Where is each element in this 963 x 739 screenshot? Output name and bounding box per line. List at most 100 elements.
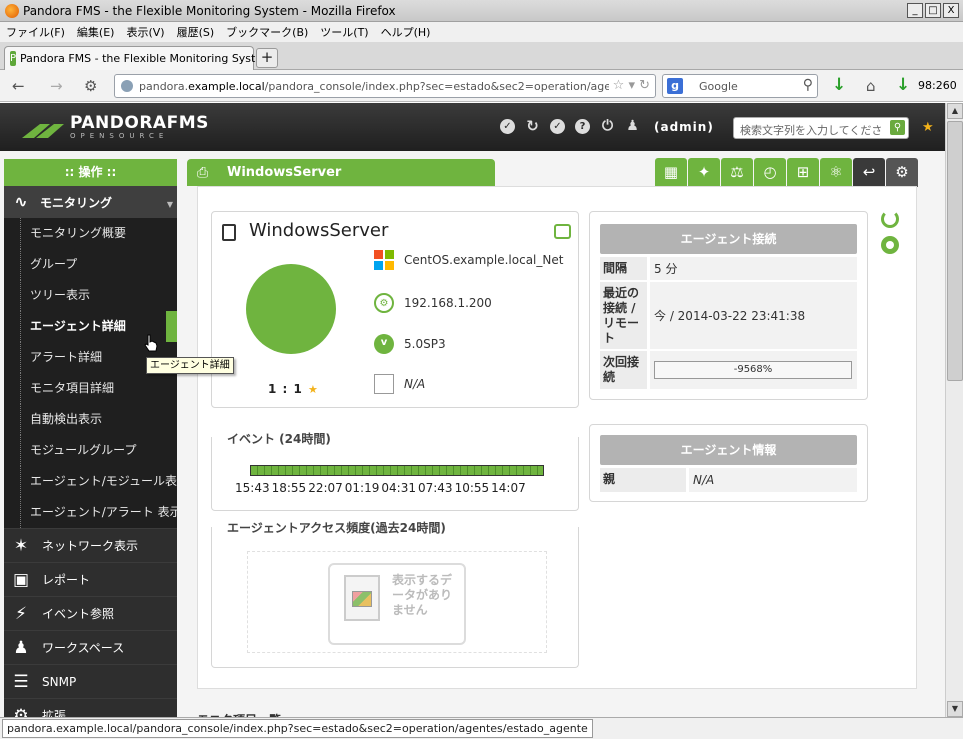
sidebar-section-1[interactable]: ▣ レポート (4, 562, 177, 596)
bookmark-star-icon[interactable]: ☆ ▾ ↻ (613, 78, 650, 93)
home-icon[interactable]: ⌂ (866, 77, 876, 95)
event-tick-label: 15:43 (235, 481, 270, 495)
manage-agent-icon[interactable]: ▦ (655, 158, 687, 187)
agent-info-title: エージェント情報 (600, 435, 857, 465)
table-row: 最近の接続 / リモート 今 / 2014-03-22 23:41:38 (600, 282, 857, 349)
document-icon (344, 575, 380, 621)
network-icon: ✶ (13, 535, 29, 556)
user-name[interactable]: (admin) (654, 120, 714, 134)
sidebar-section-label: 拡張 (42, 709, 67, 717)
chart-image-icon (352, 591, 372, 607)
browser-tab-title: Pandora FMS - the Flexible Monitoring Sy… (20, 52, 273, 65)
settings-gear-icon[interactable]: ⚙ (886, 158, 918, 187)
refresh-icon[interactable]: ↻ (525, 119, 540, 134)
back-arrow-icon[interactable]: ← (12, 77, 25, 95)
search-icon[interactable]: ⚲ (890, 120, 905, 135)
download-status-icon[interactable]: ↓ (896, 75, 910, 95)
sidebar-item-monitoring-9[interactable]: エージェント/アラート 表示 (4, 497, 177, 528)
sidebar-item-monitoring-7[interactable]: モジュールグループ (4, 435, 177, 466)
page-title: WindowsServer (227, 165, 342, 180)
menu-view[interactable]: 表示(V) (126, 24, 164, 40)
menu-history[interactable]: 履歴(S) (177, 24, 215, 40)
url-bar[interactable]: pandora.example.local/pandora_console/in… (114, 74, 656, 98)
check-server-icon[interactable]: ✓ (550, 119, 565, 134)
no-data-message: 表示するデータがありません (392, 573, 453, 617)
magnifier-icon[interactable]: ⚲ (803, 77, 813, 93)
new-tab-button[interactable]: + (256, 48, 278, 68)
sidebar-item-monitoring-8[interactable]: エージェント/モジュール表示 (4, 466, 177, 497)
pandora-logo[interactable]: PANDORAFMS OPENSOURCE (20, 115, 209, 140)
events-timeline: 15:43 18:55 22:07 01:19 04:31 07:43 10:55 14:07 (235, 481, 526, 495)
hand-cursor-icon (144, 334, 158, 352)
graph-icon[interactable]: ◴ (754, 158, 786, 187)
power-icon[interactable]: ⏻ (600, 119, 615, 134)
minimize-button[interactable]: _ (907, 3, 923, 18)
page-scrollbar[interactable]: ▲ ▼ (945, 103, 963, 717)
agent-ip: 192.168.1.200 (404, 296, 492, 310)
sidebar-section-monitoring[interactable]: ∿ モニタリング ▼ (4, 186, 177, 218)
check-status-icon[interactable]: ✓ (500, 119, 515, 134)
alerts-icon[interactable]: ⚖ (721, 158, 753, 187)
agent-ip-row: ⚙ 192.168.1.200 (374, 293, 492, 313)
refresh-agent-icon[interactable] (881, 210, 899, 228)
menu-edit[interactable]: 編集(E) (77, 24, 115, 40)
scroll-up-icon[interactable]: ▲ (947, 103, 963, 119)
sidebar-item-monitoring-0[interactable]: モニタリング概要 (4, 218, 177, 249)
interval-label: 間隔 (600, 257, 647, 280)
sidebar-section-4[interactable]: ☰ SNMP (4, 664, 177, 698)
sidebar-section-5[interactable]: ⚙ 拡張 (4, 698, 177, 717)
sidebar-section-label: モニタリング (40, 195, 113, 210)
menu-tools[interactable]: ツール(T) (320, 24, 368, 40)
force-check-icon[interactable] (881, 236, 899, 254)
maximize-button[interactable]: □ (925, 3, 941, 18)
wifi-modules-icon[interactable]: ✦ (688, 158, 720, 187)
header-search-input[interactable]: 検索文字列を入力してくださ ⚲ (733, 117, 909, 139)
agent-link-icon: ⎙ (197, 164, 209, 181)
description-list-icon (374, 374, 394, 394)
events-card: 15:43 18:55 22:07 01:19 04:31 07:43 10:55 14:07 (211, 437, 579, 511)
sidebar-section-0[interactable]: ✶ ネットワーク表示 (4, 528, 177, 562)
user-icon: ♟ (13, 637, 29, 658)
identity-icon[interactable]: ⚙ (84, 77, 97, 95)
menu-file[interactable]: ファイル(F) (6, 24, 65, 40)
logo-sub-text: OPENSOURCE (70, 132, 169, 140)
download-arrow-icon[interactable]: ↓ (832, 75, 846, 95)
main-view-icon[interactable]: ↩ (853, 158, 885, 187)
agent-version-row: v 5.0SP3 (374, 334, 446, 354)
sidebar-item-monitoring-5[interactable]: モニタ項目詳細 (4, 373, 177, 404)
agent-access-icon[interactable] (554, 224, 571, 239)
forward-arrow-icon[interactable]: → (50, 77, 63, 95)
user-icon[interactable]: ♟ (625, 119, 640, 134)
agent-connection-title: エージェント接続 (600, 224, 857, 254)
bell-icon[interactable]: ⚛ (820, 158, 852, 187)
version-icon: v (374, 334, 394, 354)
scroll-thumb[interactable] (947, 121, 963, 381)
browser-tab[interactable]: P Pandora FMS - the Flexible Monitoring … (4, 46, 273, 70)
sidebar: :: 操作 :: ∿ モニタリング ▼ モニタリング概要 グループ ツリー表示 エージ… (4, 159, 177, 717)
close-button[interactable]: X (943, 3, 959, 18)
tooltip: エージェント詳細 (146, 357, 234, 374)
events-graph-bar[interactable] (250, 465, 544, 476)
sidebar-section-3[interactable]: ♟ ワークスペース (4, 630, 177, 664)
menu-help[interactable]: ヘルプ(H) (381, 24, 431, 40)
windows-logo-icon (374, 250, 394, 270)
menu-bookmarks[interactable]: ブックマーク(B) (226, 24, 308, 40)
web-search-bar[interactable]: g Google ⚲ (662, 74, 818, 98)
sidebar-item-monitoring-6[interactable]: 自動検出表示 (4, 404, 177, 435)
table-row: 親 N/A (600, 468, 857, 492)
scroll-down-icon[interactable]: ▼ (947, 701, 963, 717)
help-icon[interactable]: ? (575, 119, 590, 134)
sidebar-item-monitoring-2[interactable]: ツリー表示 (4, 280, 177, 311)
agent-action-bar: ▦ ✦ ⚖ ◴ ⊞ ⚛ ↩ ⚙ (655, 158, 918, 187)
sidebar-section-label: ネットワーク表示 (42, 539, 139, 553)
add-icon[interactable]: ⊞ (787, 158, 819, 187)
agent-description: N/A (404, 377, 426, 391)
extensions-icon: ⚙ (13, 705, 29, 718)
sidebar-section-2[interactable]: ⚡ イベント参照 (4, 596, 177, 630)
favorite-star-icon[interactable]: ★ (922, 120, 934, 135)
sidebar-item-monitoring-1[interactable]: グループ (4, 249, 177, 280)
agent-description-row: N/A (374, 374, 425, 394)
event-tick-label: 18:55 (271, 481, 307, 495)
header-search-placeholder: 検索文字列を入力してくださ (740, 124, 883, 137)
sidebar-section-label: SNMP (42, 674, 77, 689)
